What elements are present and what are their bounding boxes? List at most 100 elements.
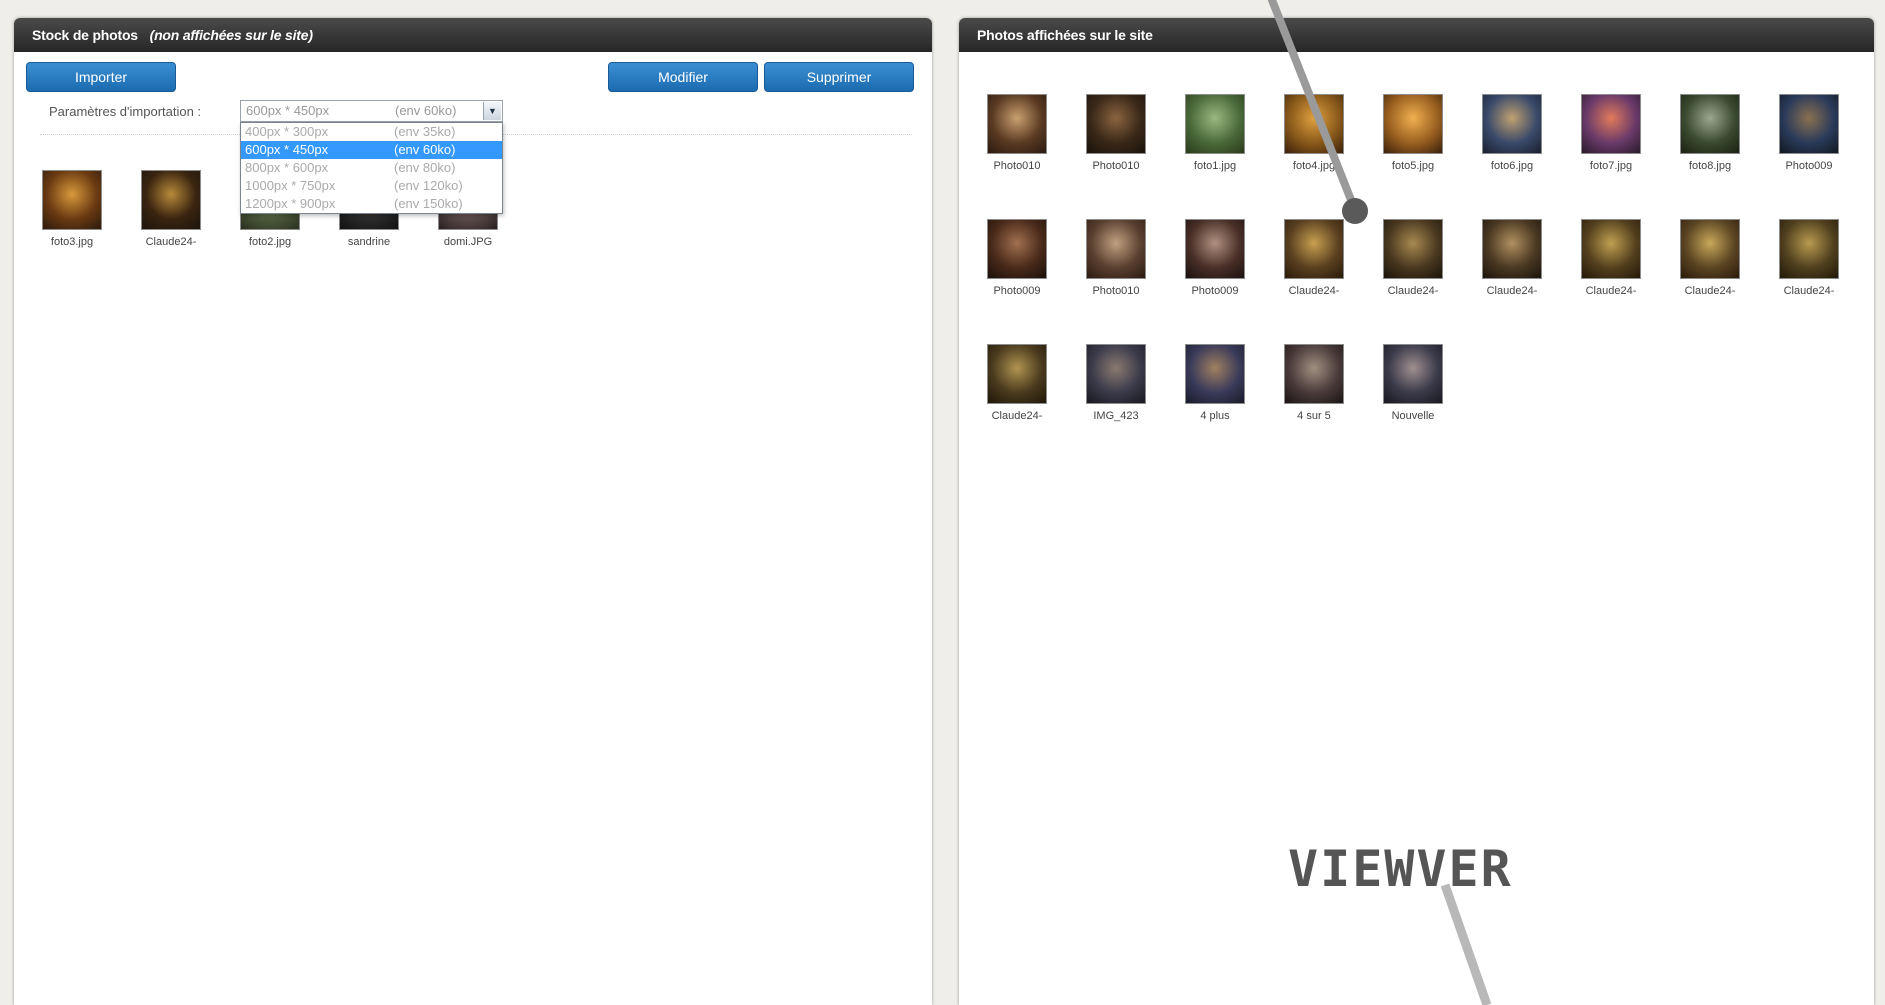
photo-thumbnail[interactable]: foto1.jpg bbox=[1175, 94, 1255, 172]
photo-image[interactable] bbox=[1086, 94, 1146, 154]
photo-thumbnail[interactable]: Claude24- bbox=[1472, 219, 1552, 297]
panel-header: Photos affichées sur le site bbox=[959, 18, 1874, 52]
photo-caption: foto7.jpg bbox=[1589, 160, 1633, 172]
panel-header: Stock de photos (non affichées sur le si… bbox=[14, 18, 932, 52]
import-button[interactable]: Importer bbox=[26, 62, 176, 92]
dropdown-option[interactable]: 400px * 300px (env 35ko) bbox=[241, 123, 502, 141]
photo-image[interactable] bbox=[1581, 94, 1641, 154]
photo-thumbnail[interactable]: foto4.jpg bbox=[1274, 94, 1354, 172]
photo-image[interactable] bbox=[1383, 94, 1443, 154]
photo-thumbnail[interactable]: Claude24- bbox=[1571, 219, 1651, 297]
photo-image[interactable] bbox=[1284, 344, 1344, 404]
photo-image[interactable] bbox=[987, 344, 1047, 404]
chevron-down-icon[interactable]: ▼ bbox=[483, 102, 501, 120]
photo-image[interactable] bbox=[141, 170, 201, 230]
photo-image[interactable] bbox=[987, 94, 1047, 154]
photo-image[interactable] bbox=[1779, 94, 1839, 154]
dropdown-option[interactable]: 1000px * 750px (env 120ko) bbox=[241, 177, 502, 195]
photo-thumbnail[interactable]: Photo009 bbox=[1769, 94, 1849, 172]
photo-caption: foto5.jpg bbox=[1391, 160, 1435, 172]
photo-thumbnail[interactable]: foto7.jpg bbox=[1571, 94, 1651, 172]
option-weight: (env 35ko) bbox=[394, 124, 456, 139]
photo-thumbnail[interactable]: Claude24- bbox=[1373, 219, 1453, 297]
photo-image[interactable] bbox=[42, 170, 102, 230]
photo-thumbnail[interactable]: Photo009 bbox=[1175, 219, 1255, 297]
photo-thumbnail[interactable]: 4 sur 5 bbox=[1274, 344, 1354, 422]
dropdown-option[interactable]: 1200px * 900px (env 150ko) bbox=[241, 195, 502, 213]
photo-image[interactable] bbox=[1185, 219, 1245, 279]
photo-image[interactable] bbox=[1284, 219, 1344, 279]
photo-thumbnail[interactable]: foto3.jpg bbox=[32, 170, 112, 248]
import-params-label: Paramètres d'importation : bbox=[49, 104, 202, 119]
photo-caption: Photo009 bbox=[1191, 285, 1239, 297]
photo-thumbnail[interactable]: Photo010 bbox=[1076, 94, 1156, 172]
photo-caption: Claude24- bbox=[1684, 285, 1736, 297]
photo-thumbnail[interactable]: foto8.jpg bbox=[1670, 94, 1750, 172]
photo-caption: foto4.jpg bbox=[1292, 160, 1336, 172]
photo-caption: foto3.jpg bbox=[50, 236, 94, 248]
photo-image[interactable] bbox=[1086, 344, 1146, 404]
option-size: 1200px * 900px bbox=[245, 196, 336, 211]
panel-note: (non affichées sur le site) bbox=[149, 27, 313, 43]
photo-image[interactable] bbox=[1779, 219, 1839, 279]
photo-thumbnail[interactable]: Photo010 bbox=[1076, 219, 1156, 297]
panel-title: Stock de photos bbox=[32, 27, 138, 43]
photo-thumbnail[interactable]: Claude24- bbox=[131, 170, 211, 248]
photo-image[interactable] bbox=[1680, 219, 1740, 279]
photo-thumbnail[interactable]: Nouvelle bbox=[1373, 344, 1453, 422]
photo-image[interactable] bbox=[1680, 94, 1740, 154]
option-weight: (env 150ko) bbox=[394, 196, 463, 211]
photo-caption: Claude24- bbox=[1486, 285, 1538, 297]
photo-image[interactable] bbox=[1284, 94, 1344, 154]
photo-thumbnail[interactable]: Claude24- bbox=[977, 344, 1057, 422]
dropdown-option[interactable]: 600px * 450px (env 60ko) bbox=[241, 141, 502, 159]
photo-caption: foto6.jpg bbox=[1490, 160, 1534, 172]
delete-button[interactable]: Supprimer bbox=[764, 62, 914, 92]
import-size-dropdown: 400px * 300px (env 35ko) 600px * 450px (env… bbox=[240, 122, 503, 214]
option-weight: (env 120ko) bbox=[394, 178, 463, 193]
option-size: 800px * 600px bbox=[245, 160, 329, 175]
photo-image[interactable] bbox=[1185, 344, 1245, 404]
photo-image[interactable] bbox=[1086, 219, 1146, 279]
photo-caption: IMG_423 bbox=[1093, 410, 1139, 422]
modify-button[interactable]: Modifier bbox=[608, 62, 758, 92]
photo-image[interactable] bbox=[1383, 344, 1443, 404]
photo-caption: Photo010 bbox=[993, 160, 1041, 172]
photo-caption: Photo010 bbox=[1092, 285, 1140, 297]
option-size: 400px * 300px bbox=[245, 124, 329, 139]
photo-caption: Photo009 bbox=[993, 285, 1041, 297]
photo-thumbnail[interactable]: 4 plus bbox=[1175, 344, 1255, 422]
photo-thumbnail[interactable]: Claude24- bbox=[1670, 219, 1750, 297]
photo-caption: Claude24- bbox=[1288, 285, 1340, 297]
photo-image[interactable] bbox=[1482, 219, 1542, 279]
photo-caption: Photo010 bbox=[1092, 160, 1140, 172]
photo-thumbnail[interactable]: Claude24- bbox=[1274, 219, 1354, 297]
select-size-value: 600px * 450px bbox=[246, 103, 330, 118]
photo-thumbnail[interactable]: Photo010 bbox=[977, 94, 1057, 172]
photo-image[interactable] bbox=[1185, 94, 1245, 154]
photo-image[interactable] bbox=[1581, 219, 1641, 279]
select-weight-value: (env 60ko) bbox=[395, 103, 457, 118]
photo-image[interactable] bbox=[1482, 94, 1542, 154]
photo-caption: sandrine bbox=[347, 236, 391, 248]
photo-thumbnail[interactable]: foto6.jpg bbox=[1472, 94, 1552, 172]
photo-caption: Claude24- bbox=[1585, 285, 1637, 297]
panel-title: Photos affichées sur le site bbox=[977, 27, 1153, 43]
import-size-select[interactable]: 600px * 450px (env 60ko) ▼ bbox=[240, 100, 503, 122]
photo-caption: foto1.jpg bbox=[1193, 160, 1237, 172]
photo-caption: 4 sur 5 bbox=[1297, 410, 1331, 422]
photo-caption: Claude24- bbox=[145, 236, 197, 248]
photo-thumbnail[interactable]: foto5.jpg bbox=[1373, 94, 1453, 172]
photo-thumbnail[interactable]: Claude24- bbox=[1769, 219, 1849, 297]
option-size: 600px * 450px bbox=[245, 142, 329, 157]
photo-thumbnail[interactable]: Photo009 bbox=[977, 219, 1057, 297]
photo-thumbnail[interactable]: IMG_423 bbox=[1076, 344, 1156, 422]
viewer-label: VIEWVER bbox=[1288, 840, 1513, 898]
photo-caption: domi.JPG bbox=[443, 236, 493, 248]
photo-caption: Nouvelle bbox=[1391, 410, 1435, 422]
dropdown-option[interactable]: 800px * 600px (env 80ko) bbox=[241, 159, 502, 177]
photo-caption: Claude24- bbox=[1387, 285, 1439, 297]
photo-image[interactable] bbox=[987, 219, 1047, 279]
photo-image[interactable] bbox=[1383, 219, 1443, 279]
option-size: 1000px * 750px bbox=[245, 178, 336, 193]
